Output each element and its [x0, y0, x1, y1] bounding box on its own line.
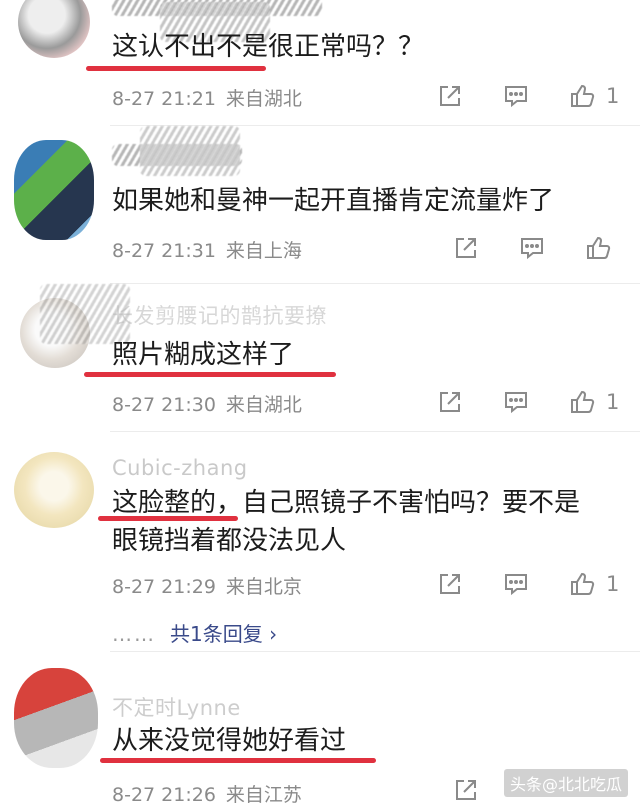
- share-icon[interactable]: [452, 776, 480, 804]
- avatar[interactable]: [18, 0, 90, 58]
- highlight-underline: [84, 372, 336, 377]
- comment-location: 来自北京: [225, 576, 302, 598]
- username[interactable]: 长发剪腰记的鹊抗要撩: [112, 300, 327, 330]
- share-icon[interactable]: [436, 388, 464, 416]
- watermark: 头条@北北吃瓜: [503, 769, 628, 797]
- highlight-underline: [86, 66, 266, 71]
- comment-4: Cubic-zhang 这脸整的，自己照镜子不害怕吗？要不是 眼镜挡着都没法见人…: [0, 432, 640, 652]
- like-count: 1: [606, 390, 620, 414]
- comment-text: 从来没觉得她好看过: [112, 726, 347, 756]
- comment-icon[interactable]: [502, 82, 530, 110]
- comment-meta: 8-27 21:26 来自江苏: [112, 780, 302, 807]
- avatar[interactable]: [14, 668, 98, 768]
- thumbs-up-icon[interactable]: [584, 234, 612, 262]
- comment-text: 这认不出不是很正常吗？？: [112, 32, 425, 62]
- comment-location: 来自江苏: [225, 784, 302, 806]
- comment-location: 来自湖北: [225, 88, 302, 110]
- avatar[interactable]: [14, 140, 94, 240]
- comment-text-line: 这脸整的，自己照镜子不害怕吗？要不是: [112, 488, 581, 518]
- comment-meta: 8-27 21:31 来自上海: [112, 236, 302, 263]
- avatar[interactable]: [14, 452, 94, 528]
- thumbs-up-icon[interactable]: [568, 82, 596, 110]
- comment-text: 照片糊成这样了: [112, 340, 295, 370]
- share-icon[interactable]: [452, 234, 480, 262]
- username-blurred: [140, 126, 240, 176]
- comment-icon[interactable]: [502, 570, 530, 598]
- comment-icon[interactable]: [518, 234, 546, 262]
- reply-count-label: 共1条回复 ›: [170, 622, 278, 646]
- comment-location: 来自上海: [225, 240, 302, 262]
- comment-meta: 8-27 21:30 来自湖北: [112, 390, 302, 417]
- share-icon[interactable]: [436, 82, 464, 110]
- share-icon[interactable]: [436, 570, 464, 598]
- like-count: 1: [606, 84, 620, 108]
- thumbs-up-icon[interactable]: [568, 388, 596, 416]
- comment-date: 8-27 21:29: [112, 576, 216, 598]
- thumbs-up-icon[interactable]: [568, 570, 596, 598]
- comment-date: 8-27 21:30: [112, 394, 216, 416]
- comment-1: 这认不出不是很正常吗？？ 8-27 21:21 来自湖北 1: [0, 0, 640, 126]
- username[interactable]: 不定时Lynne: [112, 692, 241, 722]
- comment-text-line: 眼镜挡着都没法见人: [112, 526, 347, 556]
- highlight-underline: [98, 516, 238, 521]
- comment-2: 如果她和曼神一起开直播肯定流量炸了 8-27 21:31 来自上海: [0, 126, 640, 284]
- comment-icon[interactable]: [502, 388, 530, 416]
- comment-3: 长发剪腰记的鹊抗要撩 照片糊成这样了 8-27 21:30 来自湖北 1: [0, 284, 640, 432]
- username[interactable]: Cubic-zhang: [112, 456, 248, 480]
- comment-date: 8-27 21:21: [112, 88, 216, 110]
- comment-date: 8-27 21:26: [112, 784, 216, 806]
- comment-location: 来自湖北: [225, 394, 302, 416]
- comment-date: 8-27 21:31: [112, 240, 216, 262]
- comment-meta: 8-27 21:29 来自北京: [112, 572, 302, 599]
- view-replies-link[interactable]: …… 共1条回复 ›: [112, 618, 277, 647]
- comment-meta: 8-27 21:21 来自湖北: [112, 84, 302, 111]
- comment-text: 这脸整的，自己照镜子不害怕吗？要不是 眼镜挡着都没法见人: [112, 486, 580, 558]
- comment-text: 如果她和曼神一起开直播肯定流量炸了: [112, 186, 555, 216]
- like-count: 1: [606, 572, 620, 596]
- reply-dots: ……: [112, 622, 156, 646]
- highlight-underline: [100, 758, 376, 763]
